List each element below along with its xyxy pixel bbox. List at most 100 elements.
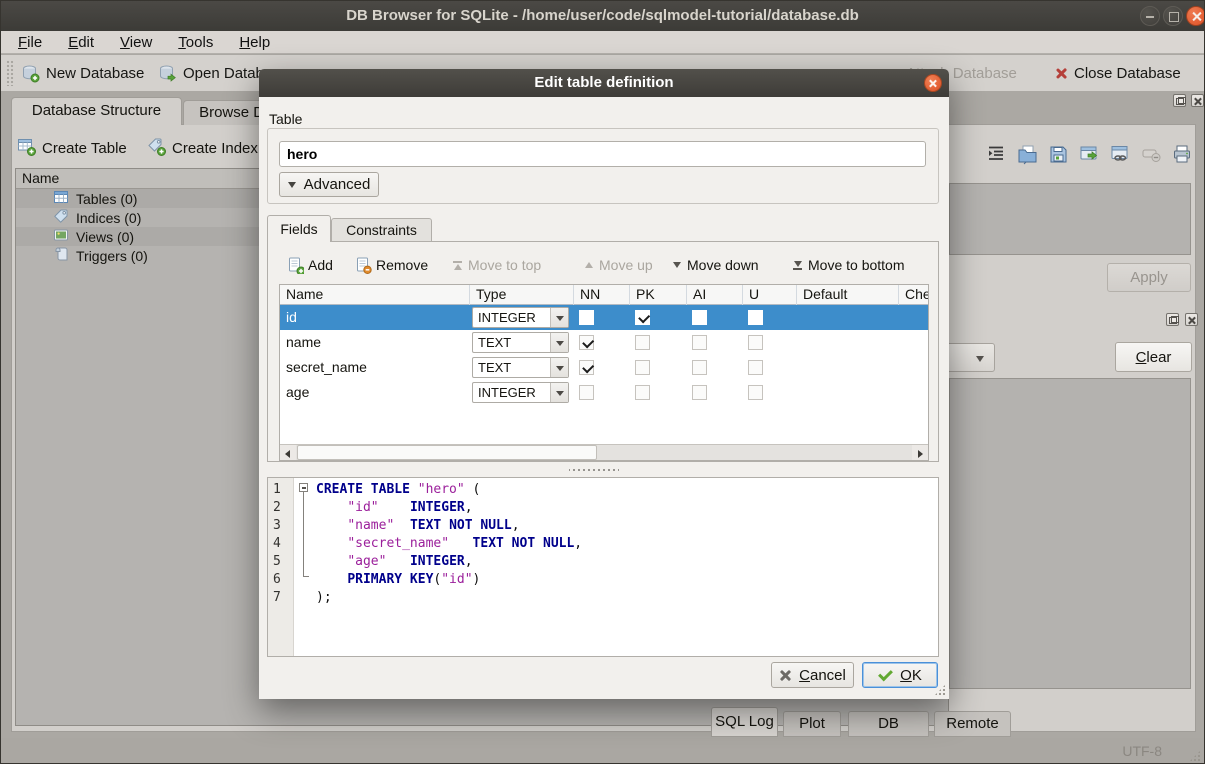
- combobox-arrow-icon[interactable]: [550, 333, 568, 352]
- open-file-icon[interactable]: [1016, 143, 1040, 167]
- create-index-button[interactable]: Create Index: [147, 137, 258, 160]
- close-database-button[interactable]: Close Database: [1055, 59, 1181, 87]
- pk-checkbox[interactable]: [635, 360, 650, 375]
- tab-plot[interactable]: Plot: [783, 711, 841, 737]
- field-name-cell[interactable]: secret_name: [286, 359, 367, 375]
- field-name-cell[interactable]: name: [286, 334, 321, 350]
- nn-checkbox[interactable]: [579, 385, 594, 400]
- ok-button[interactable]: OK: [862, 662, 938, 688]
- sql-code-line: "id" INTEGER,: [316, 500, 473, 518]
- create-table-button[interactable]: Create Table: [17, 137, 127, 160]
- tab-remote[interactable]: Remote: [934, 711, 1011, 737]
- u-checkbox[interactable]: [748, 360, 763, 375]
- field-type-combobox[interactable]: TEXT: [472, 332, 569, 353]
- scroll-right-arrow[interactable]: [912, 445, 928, 461]
- toolbar-drag-handle[interactable]: [6, 60, 14, 86]
- column-header-nn[interactable]: NN: [574, 285, 630, 305]
- remove-button[interactable]: Remove: [355, 252, 428, 278]
- print-icon[interactable]: [1171, 143, 1195, 167]
- line-number: 5: [273, 554, 281, 572]
- set-null-icon[interactable]: [1140, 143, 1164, 167]
- dock-close-button[interactable]: [1191, 94, 1204, 107]
- fields-grid-hscrollbar[interactable]: [280, 444, 928, 460]
- move-to-bottom-button[interactable]: Move to bottom: [793, 252, 905, 278]
- field-type-combobox[interactable]: INTEGER: [472, 307, 569, 328]
- nn-checkbox[interactable]: [579, 335, 594, 350]
- log-dock-float-button[interactable]: [1166, 313, 1179, 326]
- window-resize-grip[interactable]: [1189, 750, 1201, 762]
- sql-log-area[interactable]: [949, 378, 1191, 689]
- field-row-name[interactable]: name TEXT: [280, 330, 928, 355]
- field-name-cell[interactable]: age: [286, 384, 309, 400]
- combobox-arrow-icon[interactable]: [550, 358, 568, 377]
- field-row-age[interactable]: age INTEGER: [280, 380, 928, 405]
- field-row-secret-name[interactable]: secret_name TEXT: [280, 355, 928, 380]
- nn-checkbox[interactable]: [579, 310, 594, 325]
- sql-preview[interactable]: 1CREATE TABLE "hero" (2 "id" INTEGER,3 "…: [267, 477, 939, 657]
- dialog-tab-constraints[interactable]: Constraints: [331, 218, 432, 242]
- dialog-title: Edit table definition: [259, 74, 949, 91]
- menu-edit[interactable]: Edit: [55, 34, 107, 51]
- move-down-button[interactable]: Move down: [673, 252, 759, 278]
- ai-checkbox[interactable]: [692, 360, 707, 375]
- pk-checkbox[interactable]: [635, 310, 650, 325]
- link-icon[interactable]: [1109, 143, 1133, 167]
- u-checkbox[interactable]: [748, 310, 763, 325]
- cancel-button[interactable]: Cancel: [771, 662, 854, 688]
- dialog-close-button[interactable]: [924, 74, 942, 92]
- combobox-arrow-icon[interactable]: [550, 383, 568, 402]
- ai-checkbox[interactable]: [692, 335, 707, 350]
- u-checkbox[interactable]: [748, 335, 763, 350]
- pk-checkbox[interactable]: [635, 385, 650, 400]
- ai-checkbox[interactable]: [692, 385, 707, 400]
- move-to-top-button[interactable]: Move to top: [453, 252, 541, 278]
- indent-icon[interactable]: [985, 143, 1009, 167]
- u-checkbox[interactable]: [748, 385, 763, 400]
- menu-file[interactable]: File: [5, 34, 55, 51]
- scrollbar-thumb[interactable]: [297, 445, 597, 460]
- column-header-ai[interactable]: AI: [687, 285, 743, 305]
- column-header-type[interactable]: Type: [470, 285, 574, 305]
- field-name-cell[interactable]: id: [286, 309, 297, 325]
- move-up-button[interactable]: Move up: [585, 252, 653, 278]
- combobox-arrow-icon[interactable]: [550, 308, 568, 327]
- add-button[interactable]: Add: [287, 252, 333, 278]
- maximize-button[interactable]: [1163, 6, 1183, 26]
- menu-help[interactable]: Help: [226, 34, 283, 51]
- tab-db-schema[interactable]: DB Schema: [848, 711, 929, 737]
- minimize-button[interactable]: [1140, 6, 1160, 26]
- column-header-u[interactable]: U: [743, 285, 797, 305]
- dialog-tab-fields[interactable]: Fields: [267, 215, 331, 242]
- sql-token-string: "secret_name": [347, 536, 449, 551]
- splitter-handle[interactable]: [569, 467, 619, 473]
- apply-button[interactable]: Apply: [1107, 263, 1191, 292]
- new-database-button[interactable]: New Database: [21, 59, 144, 87]
- column-header-check[interactable]: Check: [899, 285, 929, 305]
- close-window-button[interactable]: [1186, 6, 1205, 26]
- field-row-id[interactable]: id INTEGER: [280, 305, 928, 330]
- dock-float-button[interactable]: [1173, 94, 1186, 107]
- column-header-default[interactable]: Default: [797, 285, 899, 305]
- menu-view[interactable]: View: [107, 34, 165, 51]
- sql-token-plain: ,: [512, 518, 520, 533]
- table-name-input[interactable]: [279, 141, 926, 167]
- save-file-icon[interactable]: [1047, 143, 1071, 167]
- scroll-left-arrow[interactable]: [280, 445, 296, 461]
- column-header-pk[interactable]: PK: [630, 285, 687, 305]
- code-fold-icon[interactable]: [299, 483, 308, 492]
- tab-sql-log[interactable]: SQL Log: [711, 707, 778, 737]
- column-header-name[interactable]: Name: [280, 285, 470, 305]
- field-type-combobox[interactable]: TEXT: [472, 357, 569, 378]
- menu-tools[interactable]: Tools: [165, 34, 226, 51]
- sql-token-keyword: INTEGER: [410, 554, 465, 569]
- nn-checkbox[interactable]: [579, 360, 594, 375]
- clear-log-button[interactable]: Clear: [1115, 342, 1192, 372]
- pk-checkbox[interactable]: [635, 335, 650, 350]
- advanced-toggle-button[interactable]: Advanced: [279, 172, 379, 197]
- execute-icon[interactable]: [1078, 143, 1102, 167]
- tab-database-structure[interactable]: Database Structure: [11, 97, 182, 125]
- ai-checkbox[interactable]: [692, 310, 707, 325]
- field-type-combobox[interactable]: INTEGER: [472, 382, 569, 403]
- cell-editor-area[interactable]: [949, 183, 1191, 255]
- log-dock-close-button[interactable]: [1185, 313, 1198, 326]
